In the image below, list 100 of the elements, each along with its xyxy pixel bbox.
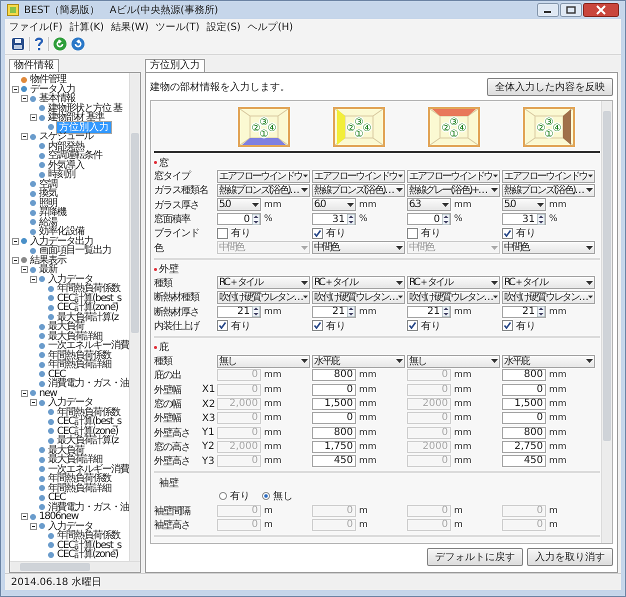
- menu-item[interactable]: 結果(W): [110, 20, 149, 34]
- dropdown[interactable]: 熱線グレー(浴色)+…: [407, 184, 500, 197]
- dropdown[interactable]: 熱線ブロンズ(浴色)…: [312, 184, 405, 197]
- tree-item[interactable]: 年間熱負荷係数: [47, 350, 112, 360]
- input-field[interactable]: 1,500: [312, 398, 356, 410]
- dropdown[interactable]: 無し: [217, 354, 310, 368]
- dropdown[interactable]: 熱線ブロンズ(浴色)…: [217, 184, 310, 197]
- tree-item[interactable]: 空調運転条件: [47, 151, 103, 160]
- dropdown[interactable]: RC＋タイル: [312, 276, 405, 290]
- tree-item[interactable]: 入力データ: [47, 522, 94, 531]
- input-field[interactable]: 0: [502, 384, 546, 396]
- tree-item[interactable]: 建物部材 基準: [47, 113, 106, 122]
- dropdown[interactable]: 水平庇: [312, 354, 405, 368]
- tree-item[interactable]: 基本情報: [38, 94, 76, 104]
- dropdown[interactable]: 中間色: [502, 241, 595, 254]
- dropdown[interactable]: RC＋タイル: [407, 276, 500, 290]
- maximize-icon[interactable]: [560, 3, 582, 17]
- tree-item[interactable]: new: [38, 388, 58, 398]
- dropdown[interactable]: 無し: [407, 354, 500, 368]
- tree-item[interactable]: 最大負荷詳細: [47, 455, 103, 464]
- expander-icon[interactable]: [21, 133, 28, 140]
- scrollbar[interactable]: [601, 101, 612, 543]
- spin-arrows-icon[interactable]: [537, 306, 545, 318]
- panel-tab[interactable]: 方位別入力: [145, 59, 205, 72]
- tree-item[interactable]: 消費電力・ガス・油: [47, 502, 129, 512]
- menu-item[interactable]: ツール(T): [156, 20, 200, 34]
- spin-arrows-icon[interactable]: [347, 214, 355, 225]
- checkbox[interactable]: 有り: [217, 226, 251, 240]
- checkbox[interactable]: 有り: [217, 318, 251, 333]
- tree-item[interactable]: 内部発熱: [47, 142, 85, 151]
- tree-item[interactable]: スケジュール: [38, 132, 94, 142]
- save-icon[interactable]: [11, 37, 25, 51]
- input-field[interactable]: 0: [502, 412, 546, 424]
- spin-arrows-icon[interactable]: [252, 214, 260, 225]
- tree-item[interactable]: 入力データ: [47, 398, 94, 408]
- tree-item[interactable]: 年間熱負荷係数: [47, 474, 112, 484]
- spin-arrows-icon[interactable]: [442, 306, 450, 318]
- dropdown[interactable]: 5.0: [217, 198, 261, 212]
- dropdown[interactable]: RC＋タイル: [502, 276, 595, 290]
- spin-field[interactable]: 31: [502, 213, 546, 226]
- tree-item[interactable]: 効率化設備: [38, 227, 85, 236]
- tree-item[interactable]: データ入力: [29, 84, 76, 94]
- spin-field[interactable]: 31: [312, 213, 356, 226]
- tree-item[interactable]: 建物形状と方位 基: [47, 104, 124, 113]
- tree-item[interactable]: 最大負荷: [47, 322, 85, 332]
- checkbox[interactable]: 有り: [407, 318, 441, 333]
- tree-item[interactable]: CEC: [47, 493, 66, 502]
- scrollbar[interactable]: [10, 561, 140, 572]
- expander-icon[interactable]: [21, 266, 28, 274]
- spin-arrows-icon[interactable]: [347, 306, 355, 318]
- tree-item[interactable]: 最大負荷計算(z: [56, 436, 120, 446]
- tree-item[interactable]: CEC計算(best_s: [56, 294, 122, 303]
- tree-item[interactable]: 照明: [38, 198, 58, 208]
- expander-icon[interactable]: [30, 522, 37, 530]
- apply-button[interactable]: 全体入力した内容を反映: [487, 78, 613, 96]
- tree-item[interactable]: 年間熱負荷係数: [56, 531, 121, 540]
- tree-item[interactable]: 1806new: [38, 512, 80, 522]
- dropdown[interactable]: 吹付け硬質ウレタン…: [217, 290, 310, 304]
- checkbox[interactable]: 有り: [312, 318, 346, 333]
- expander-icon[interactable]: [30, 114, 37, 122]
- dropdown[interactable]: 吹付け硬質ウレタン…: [312, 290, 405, 304]
- input-field[interactable]: 450: [502, 455, 546, 468]
- input-field[interactable]: 1,500: [502, 398, 546, 410]
- spin-arrows-icon[interactable]: [252, 306, 260, 318]
- tree-item[interactable]: 換気: [38, 189, 58, 198]
- dropdown[interactable]: 5.0: [502, 198, 546, 212]
- checkbox[interactable]: 有り: [407, 226, 441, 240]
- dropdown[interactable]: 中間色: [312, 241, 405, 254]
- expander-icon[interactable]: [12, 86, 19, 93]
- dropdown[interactable]: 水平庇: [502, 354, 595, 368]
- forward-icon[interactable]: [71, 37, 85, 51]
- input-field[interactable]: 450: [312, 455, 356, 468]
- action-button[interactable]: 入力を取り消す: [527, 548, 613, 566]
- tree-item[interactable]: 給湯: [38, 218, 58, 227]
- input-field[interactable]: 800: [312, 426, 356, 439]
- input-field[interactable]: 800: [312, 369, 356, 382]
- tree-item[interactable]: 一次エネルギー消費: [47, 341, 129, 350]
- tree-item[interactable]: 最大負荷計算(z: [56, 312, 120, 322]
- input-field[interactable]: 800: [502, 426, 546, 439]
- close-icon[interactable]: [583, 3, 619, 17]
- checkbox[interactable]: 有り: [502, 226, 536, 240]
- tree-item[interactable]: CEC計算(zone): [56, 303, 119, 312]
- tree-item[interactable]: 年間熱負荷係数: [56, 408, 121, 417]
- dropdown[interactable]: 6.3: [407, 198, 451, 212]
- menu-item[interactable]: 設定(S): [206, 20, 241, 34]
- expander-icon[interactable]: [12, 256, 19, 264]
- spin-field[interactable]: 21: [502, 306, 546, 318]
- panel-tab[interactable]: 物件情報: [9, 59, 59, 72]
- checkbox[interactable]: 有り: [502, 318, 536, 333]
- tree-item[interactable]: CEC計算(best_s: [56, 417, 122, 426]
- spin-field[interactable]: 21: [312, 306, 356, 318]
- input-field[interactable]: 1,750: [312, 440, 356, 453]
- dropdown[interactable]: 熱線ブロンズ(浴色)…: [502, 184, 595, 197]
- expander-icon[interactable]: [21, 95, 28, 102]
- spin-field[interactable]: 0: [407, 213, 451, 226]
- tree-item[interactable]: 昇降機: [38, 208, 67, 218]
- expander-icon[interactable]: [30, 399, 37, 406]
- dropdown[interactable]: RC＋タイル: [217, 276, 310, 290]
- menu-item[interactable]: ファイル(F): [9, 20, 63, 34]
- spin-field[interactable]: 21: [217, 306, 261, 318]
